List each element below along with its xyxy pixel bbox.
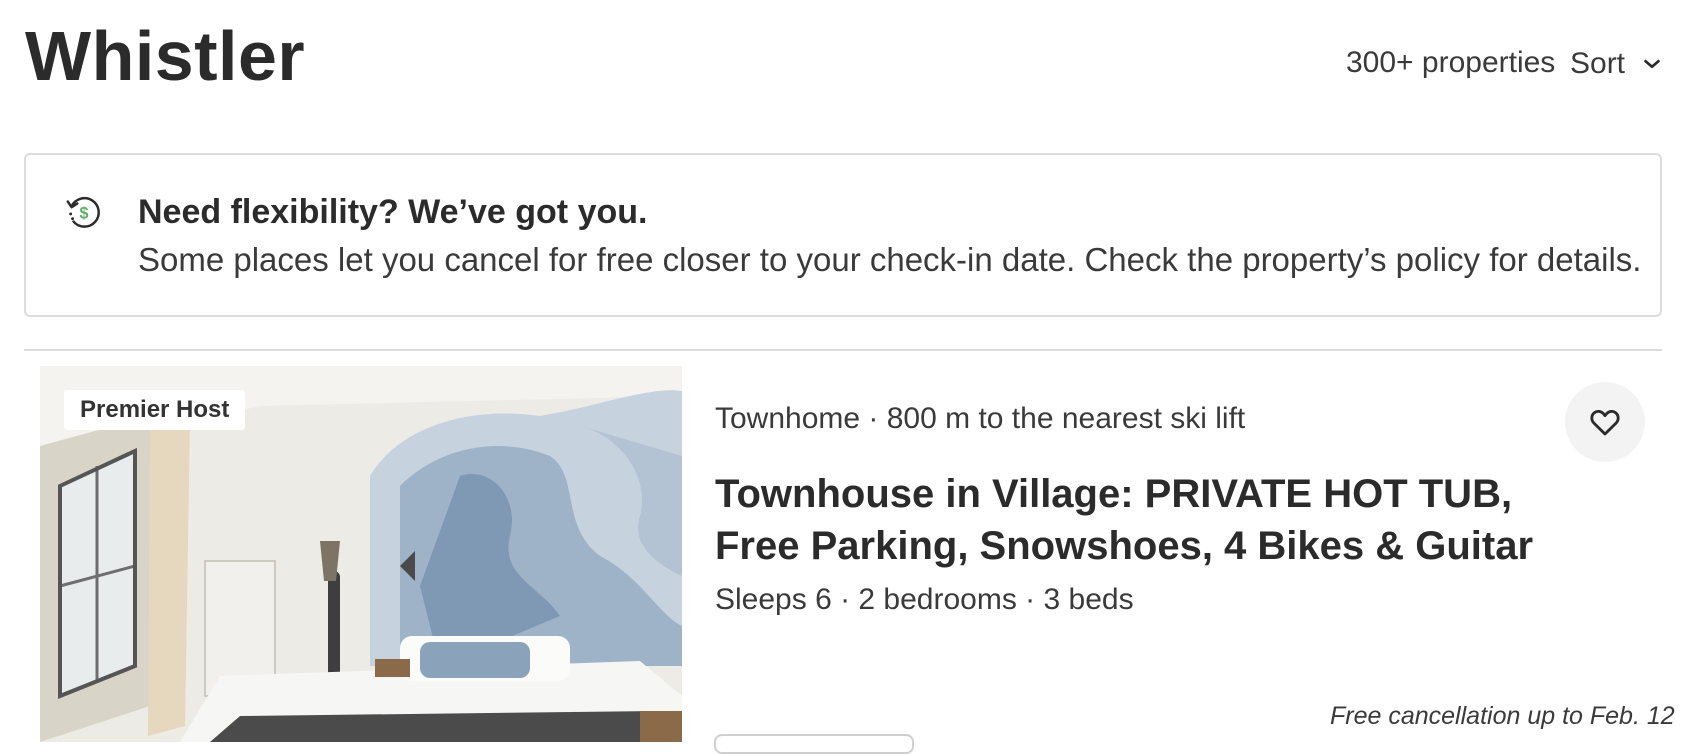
refund-clock-icon: $ — [66, 196, 100, 228]
banner-title: Need flexibility? We’ve got you. — [138, 193, 648, 231]
listing-specs: Sleeps 6 · 2 bedrooms · 3 beds — [715, 583, 1134, 616]
listing-title[interactable]: Townhouse in Village: PRIVATE HOT TUB, F… — [715, 468, 1595, 572]
svg-text:$: $ — [79, 205, 88, 223]
free-cancellation-note: Free cancellation up to Feb. 12 — [1330, 702, 1675, 730]
listing-meta: Townhome · 800 m to the nearest ski lift — [715, 402, 1246, 435]
results-header: Whistler 300+ properties Sort — [0, 0, 1694, 130]
banner-text: Some places let you cancel for free clos… — [138, 241, 1642, 278]
sort-label: Sort — [1570, 47, 1626, 80]
property-count: 300+ properties — [1346, 46, 1556, 79]
premier-host-badge: Premier Host — [64, 390, 246, 430]
listing-action-button[interactable] — [714, 734, 914, 754]
favorite-button[interactable] — [1565, 382, 1645, 462]
divider — [24, 349, 1662, 351]
chevron-down-icon — [1644, 59, 1660, 69]
flexibility-banner: $ Need flexibility? We’ve got you. Some … — [24, 153, 1662, 317]
sort-button[interactable]: Sort — [1570, 44, 1663, 84]
page-title: Whistler — [25, 17, 306, 95]
heart-outline-icon — [1590, 409, 1620, 436]
